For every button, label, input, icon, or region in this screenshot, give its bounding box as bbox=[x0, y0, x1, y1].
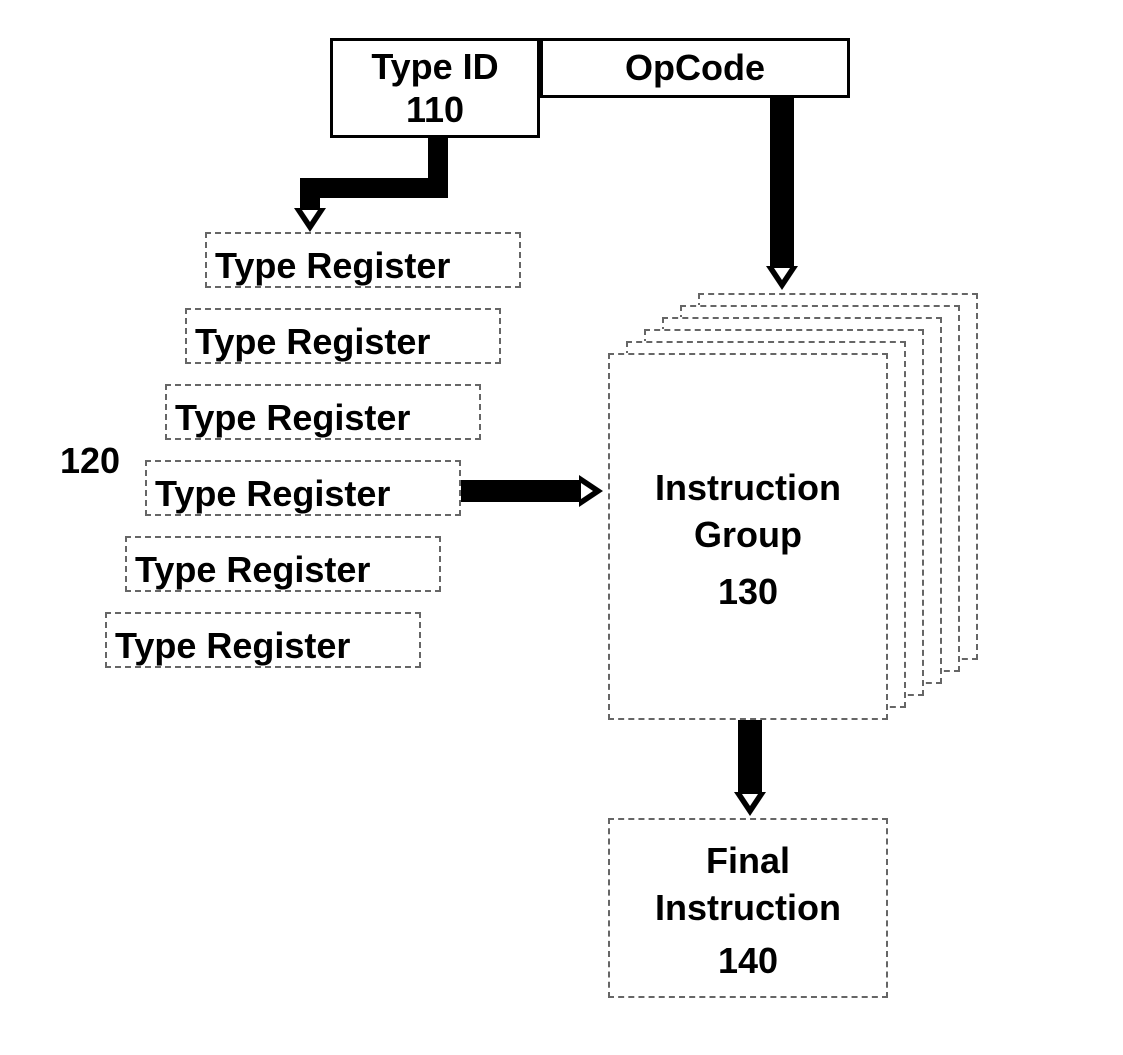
instruction-group-number: 130 bbox=[610, 569, 886, 616]
arrow-reg-to-group bbox=[461, 480, 579, 502]
type-register-4-text: Type Register bbox=[155, 473, 390, 515]
type-register-3-text: Type Register bbox=[175, 397, 410, 439]
arrow-opcode-down bbox=[770, 98, 794, 266]
arrow-opcode-head-inner bbox=[774, 268, 790, 280]
instruction-group-title: Instruction Group bbox=[610, 465, 886, 559]
typeid-number: 110 bbox=[333, 88, 537, 131]
type-register-6-text: Type Register bbox=[115, 625, 350, 667]
instruction-group-box: Instruction Group 130 bbox=[608, 353, 888, 720]
type-register-2-text: Type Register bbox=[195, 321, 430, 363]
registers-number: 120 bbox=[60, 440, 120, 482]
arrow-group-to-final-head-inner bbox=[742, 794, 758, 806]
type-register-1-text: Type Register bbox=[215, 245, 450, 287]
arrow-reg-to-group-head-inner bbox=[581, 483, 593, 499]
final-instruction-title: Final Instruction bbox=[610, 838, 886, 932]
opcode-box: OpCode bbox=[540, 38, 850, 98]
arrow-group-to-final bbox=[738, 720, 762, 792]
arrow-typeid-down bbox=[428, 138, 448, 178]
opcode-label: OpCode bbox=[625, 47, 765, 88]
final-instruction-number: 140 bbox=[610, 938, 886, 985]
typeid-label: Type ID bbox=[333, 45, 537, 88]
arrow-typeid-down2 bbox=[300, 178, 320, 208]
typeid-box: Type ID 110 bbox=[330, 38, 540, 138]
arrow-typeid-horiz bbox=[300, 178, 448, 198]
final-instruction-box: Final Instruction 140 bbox=[608, 818, 888, 998]
type-register-5-text: Type Register bbox=[135, 549, 370, 591]
arrow-typeid-head-inner bbox=[302, 210, 318, 222]
